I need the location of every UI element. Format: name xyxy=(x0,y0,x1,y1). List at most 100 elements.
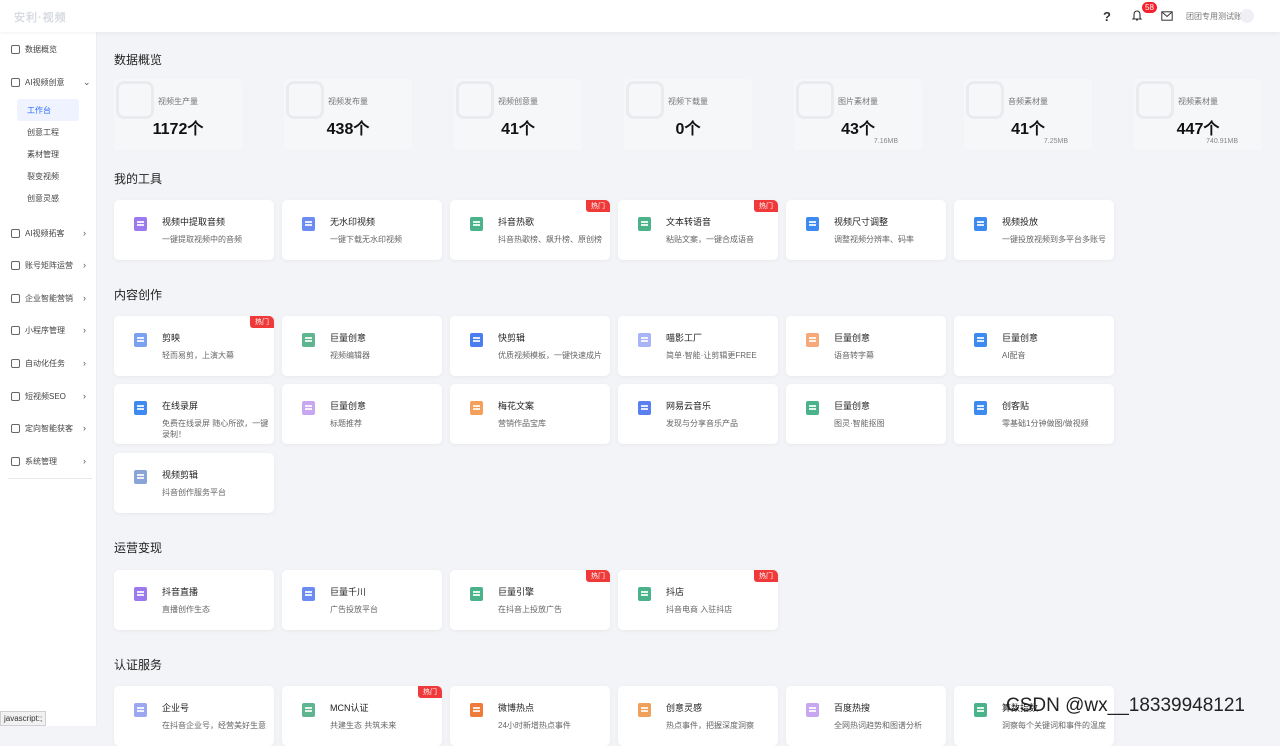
tool-card-douyin-hot-songs[interactable]: 抖音热歌 抖音热歌榜、飙升榜、原创榜 热门 xyxy=(450,200,610,260)
sidebar-subitem-inspiration[interactable]: 创意灵感 xyxy=(17,187,79,209)
video-icon xyxy=(11,77,20,87)
content-card-cutout[interactable]: 巨量创意 图灵·智能抠图 xyxy=(786,384,946,444)
sidebar: 数据概览 AI视频创意 ⌄ 工作台 创意工程 素材管理 裂变视频 创意灵感 AI视… xyxy=(0,32,97,726)
sidebar-item-automation[interactable]: 自动化任务 › xyxy=(0,353,97,373)
waveform-icon xyxy=(806,333,819,347)
tool-card-text-to-speech[interactable]: 文本转语音 粘贴文案，一键合成语音 热门 xyxy=(618,200,778,260)
content-card-video-cut[interactable]: 视频剪辑 抖音创作服务平台 xyxy=(114,453,274,513)
sidebar-item-system[interactable]: 系统管理 › xyxy=(0,451,97,471)
copywriting-icon xyxy=(470,401,483,415)
ops-card-ocean-engine[interactable]: 巨量引擎 在抖音上投放广告 热门 xyxy=(450,570,610,630)
sidebar-subitem-creative-project[interactable]: 创意工程 xyxy=(17,121,79,143)
notification-badge: 58 xyxy=(1142,2,1157,13)
sidebar-item-ai-video-creative[interactable]: AI视频创意 ⌄ xyxy=(0,72,97,92)
sidebar-item-dashboard[interactable]: 数据概览 xyxy=(0,39,97,59)
mail-icon[interactable] xyxy=(1159,8,1175,24)
chevron-right-icon: › xyxy=(83,456,86,466)
help-icon[interactable]: ? xyxy=(1099,8,1115,24)
cert-card-baidu-hot[interactable]: 百度热搜 全网热词趋势和图谱分析 xyxy=(786,686,946,746)
sidebar-subitem-workbench[interactable]: 工作台 xyxy=(17,99,79,121)
edit-icon xyxy=(134,333,147,347)
cert-card-mcn[interactable]: MCN认证 共建生态 共筑未来 热门 xyxy=(282,686,442,746)
target-icon xyxy=(11,228,20,238)
sidebar-item-ai-video-leads[interactable]: AI视频拓客 › xyxy=(0,223,97,243)
seo-icon xyxy=(11,391,20,401)
sidebar-item-mini-program[interactable]: 小程序管理 › xyxy=(0,320,97,340)
avatar[interactable] xyxy=(1240,9,1254,23)
content-card-screen-record[interactable]: 在线录屏 免费在线录屏 随心所欲，一键录制！ xyxy=(114,384,274,444)
status-bar-url: javascript:; xyxy=(0,711,47,726)
title-icon xyxy=(302,401,315,415)
content-card-subtitles[interactable]: 巨量创意 语音转字幕 xyxy=(786,316,946,376)
play-icon xyxy=(974,217,987,231)
content-card-video-editor[interactable]: 巨量创意 视频编辑器 xyxy=(282,316,442,376)
bar-chart-icon xyxy=(11,293,20,303)
content-card-miaoying[interactable]: 喵影工厂 简单·智能·让剪辑更FREE xyxy=(618,316,778,376)
edit-icon xyxy=(134,587,147,601)
voice-icon xyxy=(974,333,987,347)
tool-card-no-watermark[interactable]: 无水印视频 一键下载无水印视频 xyxy=(282,200,442,260)
tool-card-video-resize[interactable]: 视频尺寸调整 调整视频分辨率、码率 xyxy=(786,200,946,260)
hot-badge: 热门 xyxy=(250,316,274,328)
stamp-icon xyxy=(134,470,147,484)
stat-card: 视频发布量 438个 xyxy=(284,79,412,150)
text-icon xyxy=(974,703,987,717)
target-icon xyxy=(638,703,651,717)
cert-card-enterprise[interactable]: 企业号 在抖音企业号，经营美好生意 xyxy=(114,686,274,746)
hot-badge: 热门 xyxy=(754,570,778,582)
content-card-ai-voice[interactable]: 巨量创意 AI配音 xyxy=(954,316,1114,376)
app-logo[interactable]: 安利·视频 xyxy=(14,9,67,25)
ai-icon xyxy=(638,333,651,347)
person-icon xyxy=(806,217,819,231)
record-icon xyxy=(134,401,147,415)
audio-extract-icon xyxy=(134,217,147,231)
person-icon xyxy=(974,401,987,415)
hot-badge: 热门 xyxy=(586,200,610,212)
sidebar-item-short-video-seo[interactable]: 短视频SEO › xyxy=(0,386,97,406)
speech-icon xyxy=(638,217,651,231)
music-list-icon xyxy=(470,217,483,231)
automation-icon xyxy=(11,358,20,368)
cert-card-inspiration[interactable]: 创意灵感 热点事件，把握深度洞察 xyxy=(618,686,778,746)
document-icon xyxy=(302,217,315,231)
content-card-title-recommend[interactable]: 巨量创意 标题推荐 xyxy=(282,384,442,444)
content-card-netease-music[interactable]: 网易云音乐 发现与分享音乐产品 xyxy=(618,384,778,444)
gear-icon xyxy=(11,456,20,466)
hot-badge: 热门 xyxy=(754,200,778,212)
cert-card-weibo-hot[interactable]: 微博热点 24小时新增热点事件 xyxy=(450,686,610,746)
matrix-icon xyxy=(11,260,20,270)
sidebar-subitem-material[interactable]: 素材管理 xyxy=(17,143,79,165)
image-icon xyxy=(806,401,819,415)
content-card-kuaijianji[interactable]: 快剪辑 优质视频模板，一键快速成片 xyxy=(450,316,610,376)
bar-chart-icon xyxy=(302,333,315,347)
watermark: CSDN @wx__18339948121 xyxy=(1006,695,1245,716)
ops-card-doudian[interactable]: 抖店 抖音电商 入驻抖店 热门 xyxy=(618,570,778,630)
content-card-chuangketie[interactable]: 创客贴 零基础1分钟做图/做视频 xyxy=(954,384,1114,444)
sidebar-subitem-fission-video[interactable]: 裂变视频 xyxy=(17,165,79,187)
stat-card: 视频素材量 447个 740.91MB xyxy=(1134,79,1262,150)
section-title-overview: 数据概览 xyxy=(114,53,163,67)
ops-card-qianchuan[interactable]: 巨量千川 广告投放平台 xyxy=(282,570,442,630)
play-icon xyxy=(470,333,483,347)
username[interactable]: 团团专用测试账 xyxy=(1186,11,1242,22)
hot-badge: 热门 xyxy=(418,686,442,698)
stat-card: 图片素材量 43个 7.16MB xyxy=(794,79,922,150)
content-card-jianying[interactable]: 剪映 轻而易剪，上演大幕 热门 xyxy=(114,316,274,376)
ad-icon xyxy=(470,587,483,601)
leads-icon xyxy=(11,423,20,433)
chevron-right-icon: › xyxy=(83,391,86,401)
section-title-content: 内容创作 xyxy=(114,288,163,302)
sidebar-item-account-matrix[interactable]: 账号矩阵运营 › xyxy=(0,255,97,275)
chevron-right-icon: › xyxy=(83,293,86,303)
stat-card: 视频生产量 1172个 xyxy=(114,79,242,150)
sidebar-item-enterprise-marketing[interactable]: 企业智能营销 › xyxy=(0,288,97,308)
tool-card-extract-audio[interactable]: 视频中提取音频 一键提取视频中的音频 xyxy=(114,200,274,260)
stat-card: 音频素材量 41个 7.25MB xyxy=(964,79,1092,150)
section-title-cert: 认证服务 xyxy=(114,658,163,672)
tool-card-video-publish[interactable]: 视频投放 一键投放视频到多平台多账号 xyxy=(954,200,1114,260)
chevron-right-icon: › xyxy=(83,228,86,238)
section-title-ops: 运营变现 xyxy=(114,541,163,555)
content-card-meihua[interactable]: 梅花文案 营销作品宝库 xyxy=(450,384,610,444)
sidebar-item-targeted-leads[interactable]: 定向智能获客 › xyxy=(0,418,97,438)
ops-card-live[interactable]: 抖音直播 直播创作生态 xyxy=(114,570,274,630)
